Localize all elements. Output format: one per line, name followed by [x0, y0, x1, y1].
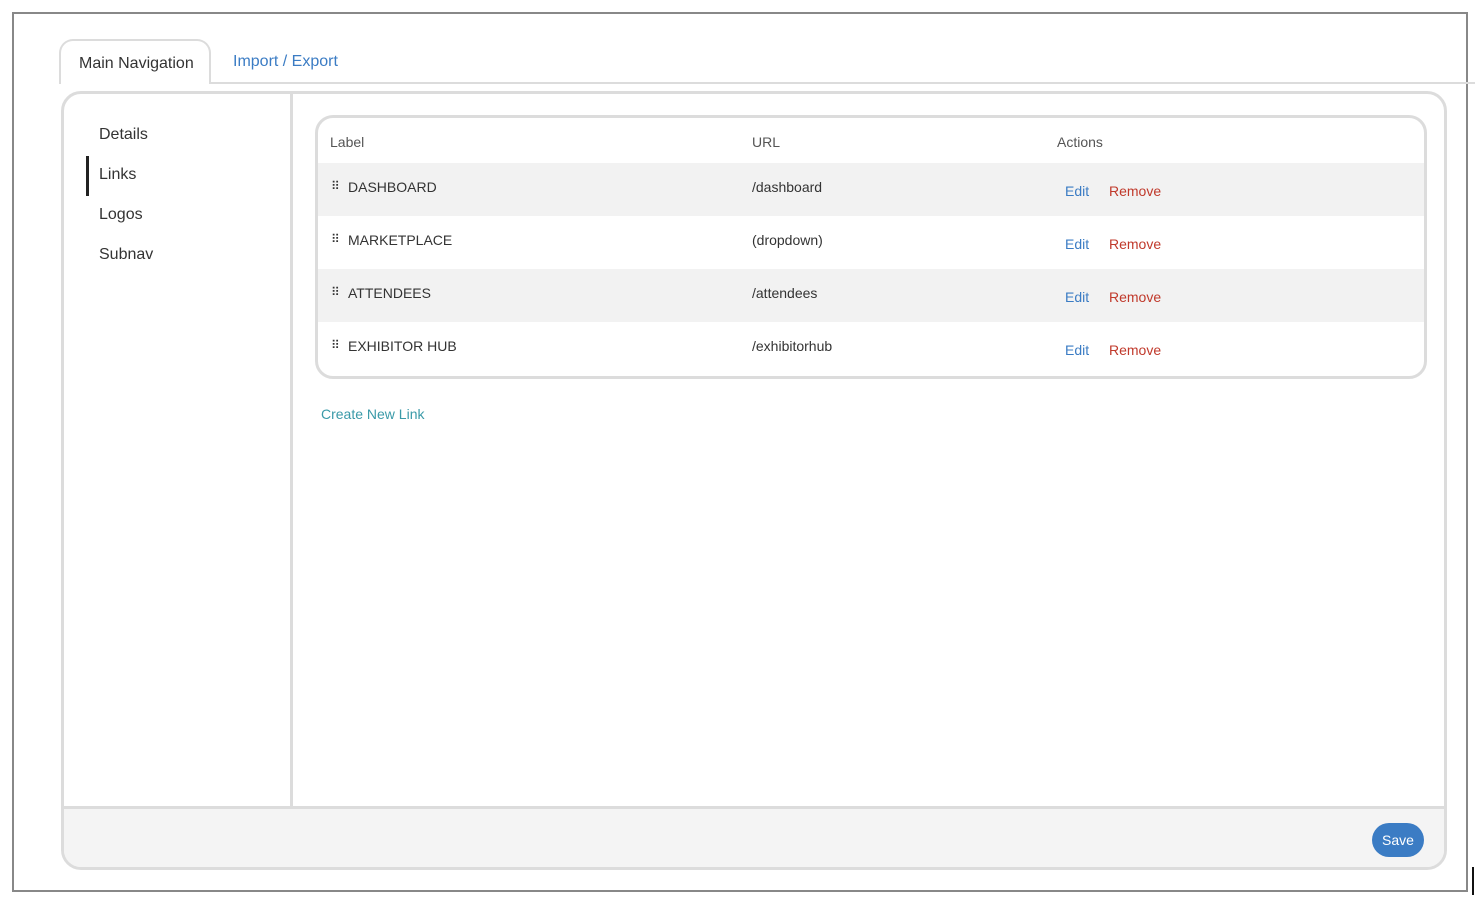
column-header-label: Label	[330, 134, 365, 150]
sidebar-item-logos[interactable]: Logos	[86, 196, 266, 236]
drag-handle-icon[interactable]: ⠿	[331, 286, 340, 298]
edit-link-button[interactable]: Edit	[1065, 183, 1089, 199]
sidebar-item-label: Logos	[99, 206, 143, 223]
sidebar: Details Links Logos Subnav	[64, 94, 293, 806]
tab-import-export[interactable]: Import / Export	[233, 53, 338, 71]
table-row: ⠿ ATTENDEES /attendees Edit Remove	[318, 269, 1424, 322]
row-label: EXHIBITOR HUB	[348, 338, 457, 354]
sidebar-item-subnav[interactable]: Subnav	[86, 236, 266, 276]
table-row: ⠿ EXHIBITOR HUB /exhibitorhub Edit Remov…	[318, 322, 1424, 375]
edit-link-button[interactable]: Edit	[1065, 236, 1089, 252]
row-label: MARKETPLACE	[348, 232, 453, 248]
tab-main-navigation-label: Main Navigation	[79, 55, 194, 72]
remove-link-button[interactable]: Remove	[1109, 289, 1161, 305]
row-url: /attendees	[752, 285, 818, 301]
edit-link-button[interactable]: Edit	[1065, 289, 1089, 305]
main-panel: Details Links Logos Subnav Label URL Act…	[61, 91, 1447, 870]
tab-main-navigation[interactable]: Main Navigation	[59, 39, 211, 84]
drag-handle-icon[interactable]: ⠿	[331, 233, 340, 245]
sidebar-item-details[interactable]: Details	[86, 116, 266, 156]
drag-handle-icon[interactable]: ⠿	[331, 180, 340, 192]
sidebar-item-label: Subnav	[99, 246, 154, 263]
row-url: /dashboard	[752, 179, 823, 195]
remove-link-button[interactable]: Remove	[1109, 183, 1161, 199]
row-label: DASHBOARD	[348, 179, 437, 195]
sidebar-item-label: Links	[99, 166, 137, 183]
remove-link-button[interactable]: Remove	[1109, 236, 1161, 252]
links-table: Label URL Actions ⠿ DASHBOARD /dashboard…	[315, 115, 1427, 379]
column-header-actions: Actions	[1057, 134, 1103, 150]
tabs-divider	[60, 82, 1475, 84]
row-url: /exhibitorhub	[752, 338, 833, 354]
table-row: ⠿ MARKETPLACE (dropdown) Edit Remove	[318, 216, 1424, 269]
panel-footer: Save	[64, 806, 1444, 867]
sidebar-item-links[interactable]: Links	[86, 156, 266, 196]
drag-handle-icon[interactable]: ⠿	[331, 339, 340, 351]
create-new-link-button[interactable]: Create New Link	[321, 406, 425, 422]
row-label: ATTENDEES	[348, 285, 431, 301]
row-url: (dropdown)	[752, 232, 823, 248]
column-header-url: URL	[752, 134, 781, 150]
save-button[interactable]: Save	[1372, 823, 1424, 857]
text-cursor	[1472, 867, 1474, 895]
edit-link-button[interactable]: Edit	[1065, 342, 1089, 358]
table-row: ⠿ DASHBOARD /dashboard Edit Remove	[318, 163, 1424, 216]
sidebar-item-label: Details	[99, 126, 148, 143]
remove-link-button[interactable]: Remove	[1109, 342, 1161, 358]
